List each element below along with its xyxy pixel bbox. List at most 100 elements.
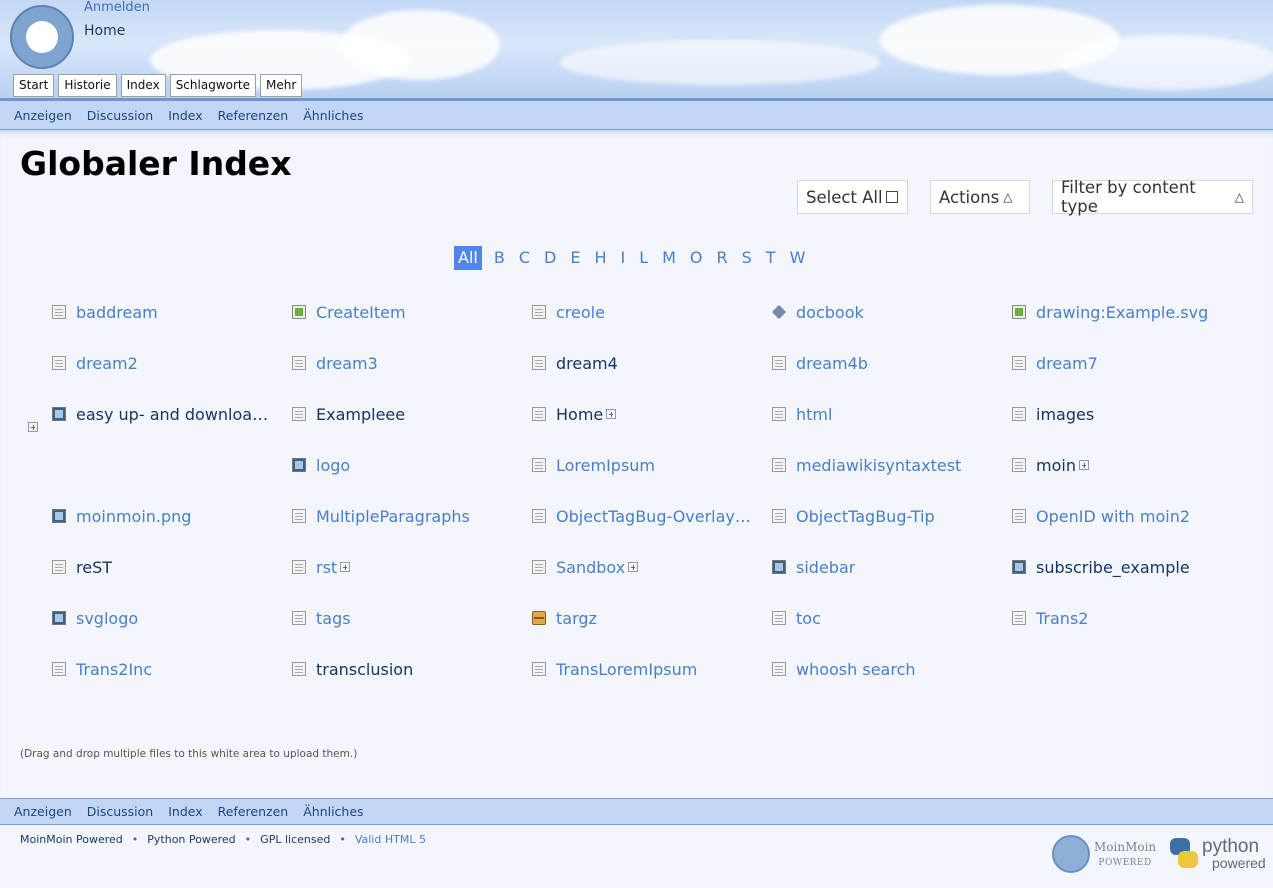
python-powered-badge[interactable]: python powered [1166, 836, 1266, 870]
index-item-link[interactable]: MultipleParagraphs [316, 507, 470, 526]
footer-link[interactable]: Valid HTML 5 [355, 833, 426, 846]
moinmoin-powered-badge[interactable]: MoinMoin POWERED [1052, 835, 1156, 873]
doc-icon [532, 305, 546, 319]
index-item-link[interactable]: rst [316, 558, 337, 577]
index-item: images [1012, 402, 1242, 426]
nav-button-schlagworte[interactable]: Schlagworte [169, 74, 256, 97]
index-item: Exampleee [292, 402, 522, 426]
index-item-link[interactable]: logo [316, 456, 350, 475]
index-item-link[interactable]: easy up- and downloa… [76, 405, 268, 424]
index-item-link[interactable]: html [796, 405, 832, 424]
index-item-link[interactable]: moinmoin.png [76, 507, 191, 526]
chevron-up-icon: △ [1003, 190, 1013, 204]
index-item-link[interactable]: toc [796, 609, 821, 628]
index-item-link[interactable]: targz [556, 609, 597, 628]
letter-filter-b[interactable]: B [487, 246, 512, 270]
index-item: Trans2 [1012, 606, 1242, 630]
expand-icon[interactable] [28, 422, 38, 432]
index-item-link[interactable]: dream3 [316, 354, 378, 373]
nav-button-start[interactable]: Start [13, 74, 55, 97]
index-item-link[interactable]: Home [556, 405, 603, 424]
letter-filter-s[interactable]: S [735, 246, 759, 270]
nav-button-index[interactable]: Index [120, 74, 166, 97]
content-type-filter-dropdown[interactable]: Filter by content type △ [1052, 178, 1253, 216]
site-title[interactable]: Home [84, 23, 125, 39]
letter-filter-m[interactable]: M [655, 246, 683, 270]
letter-filter-all[interactable]: All [454, 246, 482, 270]
letter-filter-e[interactable]: E [563, 246, 587, 270]
subnav-link[interactable]: Index [168, 108, 202, 123]
doc-icon [292, 407, 306, 421]
index-item-link[interactable]: Trans2Inc [76, 660, 152, 679]
index-item-link[interactable]: Trans2 [1036, 609, 1088, 628]
letter-filter-t[interactable]: T [759, 246, 783, 270]
index-item-link[interactable]: Sandbox [556, 558, 625, 577]
expand-icon[interactable] [606, 409, 617, 419]
letter-filter-d[interactable]: D [537, 246, 563, 270]
footer-link[interactable]: Python Powered [147, 833, 235, 846]
letter-filter-c[interactable]: C [512, 246, 537, 270]
moinmoin-logo[interactable] [10, 5, 74, 69]
index-item-link[interactable]: OpenID with moin2 [1036, 507, 1190, 526]
index-item-link[interactable]: CreateItem [316, 303, 406, 322]
subnav-link[interactable]: Ähnliches [303, 804, 363, 819]
doc-icon [772, 611, 786, 625]
drawing-icon [292, 305, 306, 319]
letter-filter-l[interactable]: L [632, 246, 655, 270]
letter-filter-i[interactable]: I [613, 246, 632, 270]
index-item-link[interactable]: sidebar [796, 558, 855, 577]
subnav-link[interactable]: Discussion [87, 804, 153, 819]
index-item-link[interactable]: tags [316, 609, 351, 628]
actions-dropdown[interactable]: Actions △ [930, 180, 1030, 214]
letter-filter-h[interactable]: H [587, 246, 613, 270]
index-item-link[interactable]: moin [1036, 456, 1076, 475]
index-item-link[interactable]: svglogo [76, 609, 138, 628]
letter-filter-r[interactable]: R [710, 246, 735, 270]
footer-links: MoinMoin Powered • Python Powered • GPL lice… [20, 833, 426, 846]
index-item-link[interactable]: subscribe_example [1036, 558, 1190, 577]
index-item-link[interactable]: ObjectTagBug-Overlay… [556, 507, 751, 526]
index-item-link[interactable]: images [1036, 405, 1094, 424]
subnav-link[interactable]: Anzeigen [14, 804, 72, 819]
index-item-link[interactable]: dream7 [1036, 354, 1098, 373]
index-item: docbook [772, 300, 1002, 324]
index-item-link[interactable]: transclusion [316, 660, 413, 679]
index-item-link[interactable]: ObjectTagBug-Tip [796, 507, 935, 526]
index-item-link[interactable]: reST [76, 558, 112, 577]
expand-icon[interactable] [628, 562, 639, 572]
index-item-link[interactable]: baddream [76, 303, 158, 322]
subnav-link[interactable]: Ähnliches [303, 108, 363, 123]
subnav-link[interactable]: Referenzen [218, 804, 289, 819]
subnav-link[interactable]: Discussion [87, 108, 153, 123]
index-item: ObjectTagBug-Tip [772, 504, 1002, 528]
doc-icon [52, 356, 66, 370]
nav-button-historie[interactable]: Historie [58, 74, 117, 97]
moinmoin-logo-icon [1052, 835, 1090, 873]
footer-link[interactable]: GPL licensed [260, 833, 330, 846]
expand-icon[interactable] [1078, 460, 1089, 470]
item-actions-nav-bottom: Anzeigen Discussion Index Referenzen Ähnlich… [0, 798, 1273, 825]
subnav-link[interactable]: Referenzen [218, 108, 289, 123]
doc-icon [52, 662, 66, 676]
index-item-link[interactable]: creole [556, 303, 605, 322]
subnav-link[interactable]: Index [168, 804, 202, 819]
index-item-link[interactable]: mediawikisyntaxtest [796, 456, 961, 475]
index-item-link[interactable]: Exampleee [316, 405, 405, 424]
letter-filter-o[interactable]: O [683, 246, 710, 270]
index-item-link[interactable]: dream2 [76, 354, 138, 373]
nav-button-mehr[interactable]: Mehr [260, 74, 303, 97]
expand-icon[interactable] [340, 562, 351, 572]
subnav-link[interactable]: Anzeigen [14, 108, 72, 123]
login-link[interactable]: Anmelden [84, 0, 150, 15]
index-item-link[interactable]: TransLoremIpsum [556, 660, 697, 679]
index-item-link[interactable]: docbook [796, 303, 864, 322]
select-all-button[interactable]: Select All [797, 180, 908, 214]
index-item-link[interactable]: whoosh search [796, 660, 916, 679]
index-item: dream4 [532, 351, 762, 375]
index-item-link[interactable]: LoremIpsum [556, 456, 655, 475]
index-item-link[interactable]: dream4 [556, 354, 618, 373]
letter-filter-w[interactable]: W [783, 246, 813, 270]
footer-link[interactable]: MoinMoin Powered [20, 833, 123, 846]
index-item-link[interactable]: dream4b [796, 354, 868, 373]
index-item-link[interactable]: drawing:Example.svg [1036, 303, 1208, 322]
